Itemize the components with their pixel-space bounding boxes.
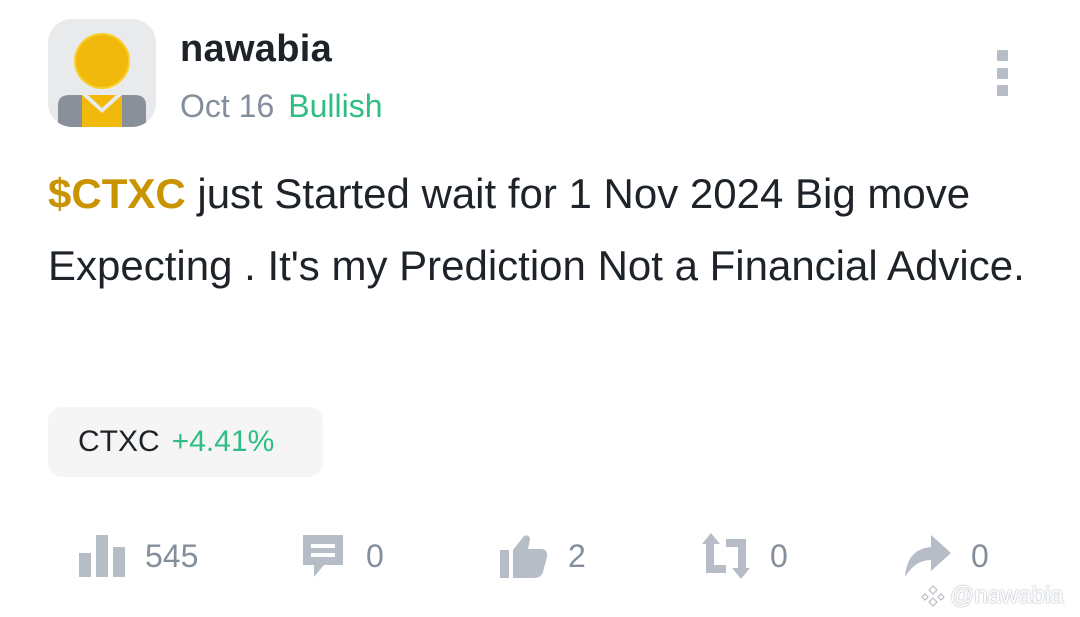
post-body: $CTXC just Started wait for 1 Nov 2024 B… — [48, 158, 1038, 302]
binance-logo-icon — [921, 585, 945, 607]
comment-button[interactable]: 0 — [300, 530, 384, 582]
repost-icon — [702, 533, 750, 579]
avatar[interactable] — [48, 19, 156, 127]
more-options-button[interactable] — [995, 50, 1009, 96]
watermark-handle: @nawabia — [950, 582, 1064, 609]
default-avatar-icon — [48, 19, 156, 127]
comment-count: 0 — [366, 537, 384, 574]
author-name[interactable]: nawabia — [180, 28, 332, 71]
comment-icon — [303, 535, 343, 577]
like-button[interactable]: 2 — [500, 530, 586, 582]
bar-chart-icon — [79, 535, 125, 577]
coin-change: +4.41% — [171, 425, 275, 458]
share-arrow-icon — [905, 535, 951, 577]
views-stat: 545 — [79, 530, 198, 582]
sentiment-badge: Bullish — [288, 88, 383, 124]
watermark: @nawabia — [920, 582, 1064, 610]
thumbs-up-icon — [500, 535, 548, 578]
ticker-link[interactable]: $CTXC — [48, 170, 186, 217]
post-body-text: just Started wait for 1 Nov 2024 Big mov… — [48, 170, 1025, 289]
share-button[interactable]: 0 — [905, 530, 989, 582]
coin-symbol: CTXC — [78, 425, 160, 458]
post-meta: Oct 16 Bullish — [180, 88, 383, 125]
views-count: 545 — [145, 537, 199, 574]
repost-button[interactable]: 0 — [702, 530, 788, 582]
repost-count: 0 — [770, 537, 788, 574]
coin-chip[interactable]: CTXC +4.41% — [48, 407, 323, 477]
more-dot-icon — [996, 67, 1008, 79]
share-count: 0 — [971, 537, 989, 574]
post-date: Oct 16 — [180, 88, 275, 124]
more-dot-icon — [996, 85, 1008, 96]
more-dot-icon — [996, 50, 1008, 61]
like-count: 2 — [568, 537, 586, 574]
